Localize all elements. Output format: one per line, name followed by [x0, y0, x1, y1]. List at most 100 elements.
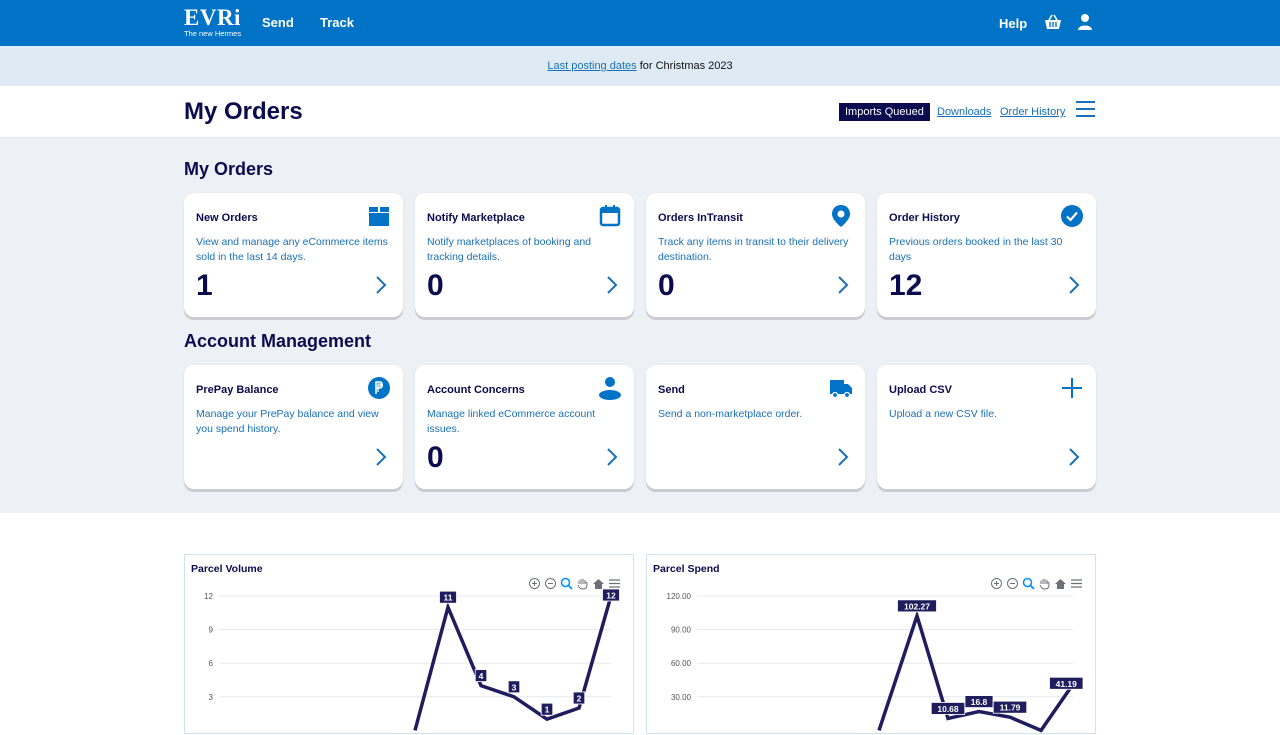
selection-zoom-icon[interactable]: [560, 577, 573, 590]
location-pin-icon: [829, 204, 853, 228]
zoom-in-icon[interactable]: [990, 577, 1003, 590]
data-label: 16.8: [971, 697, 988, 707]
banner-text: for Christmas 2023: [636, 60, 733, 72]
chevron-right-icon[interactable]: [837, 447, 849, 467]
card-account-concerns[interactable]: Account Concerns Manage linked eCommerce…: [415, 365, 634, 489]
zoom-out-icon[interactable]: [544, 577, 557, 590]
card-count: 1: [196, 269, 213, 302]
y-tick-label: 12: [204, 592, 213, 601]
chevron-right-icon[interactable]: [1068, 447, 1080, 467]
basket-icon[interactable]: [1044, 13, 1064, 33]
card-description: Manage linked eCommerce account issues.: [427, 408, 596, 435]
my-orders-heading: My Orders: [184, 159, 274, 179]
card-title: Account Concerns: [427, 384, 525, 396]
prepay-icon: [367, 376, 391, 400]
nav-help[interactable]: Help: [999, 16, 1027, 31]
menu-icon[interactable]: [1070, 577, 1083, 590]
order-history-link[interactable]: Order History: [1000, 106, 1065, 118]
box-icon: [367, 204, 391, 228]
card-count: 0: [427, 441, 444, 474]
parcel-volume-chart: Parcel Volume 3 6 9 12 11 4 3 1 2 12: [184, 554, 634, 734]
card-description: Notify marketplaces of booking and track…: [427, 236, 592, 263]
zoom-in-icon[interactable]: [528, 577, 541, 590]
check-circle-icon: [1060, 204, 1084, 228]
card-title: Notify Marketplace: [427, 212, 525, 224]
card-title: New Orders: [196, 212, 258, 224]
data-label: 4: [479, 671, 484, 681]
pan-icon[interactable]: [1038, 577, 1051, 590]
announcement-banner: Last posting dates for Christmas 2023: [0, 46, 1280, 86]
person-icon: [598, 376, 622, 400]
page-title: My Orders: [184, 98, 303, 125]
y-tick-label: 30.00: [671, 693, 692, 702]
card-description: Track any items in transit to their deli…: [658, 236, 849, 263]
dashboard-cards-section: My Orders New Orders View and manage any…: [0, 138, 1280, 513]
data-label: 1: [545, 705, 550, 715]
card-title: Send: [658, 384, 685, 396]
pan-icon[interactable]: [576, 577, 589, 590]
data-label: 2: [577, 694, 582, 704]
chevron-right-icon[interactable]: [375, 447, 387, 467]
y-tick-label: 6: [209, 659, 214, 668]
card-title: Upload CSV: [889, 384, 952, 396]
card-description: Previous orders booked in the last 30 da…: [889, 236, 1063, 263]
card-count: 12: [889, 269, 923, 302]
data-label: 10.68: [937, 704, 959, 714]
data-label: 11: [444, 593, 453, 603]
calendar-icon: [598, 204, 622, 228]
chevron-right-icon[interactable]: [837, 275, 849, 295]
page-header: My Orders Imports Queued Downloads Order…: [0, 86, 1280, 138]
card-title: PrePay Balance: [196, 384, 279, 396]
account-management-heading: Account Management: [184, 331, 372, 351]
card-new-orders[interactable]: New Orders View and manage any eCommerce…: [184, 193, 403, 317]
card-prepay-balance[interactable]: PrePay Balance Manage your PrePay balanc…: [184, 365, 403, 489]
chevron-right-icon[interactable]: [375, 275, 387, 295]
card-order-history[interactable]: Order History Previous orders booked in …: [877, 193, 1096, 317]
y-tick-label: 60.00: [671, 659, 692, 668]
data-label: 12: [606, 591, 616, 601]
data-label: 41.19: [1056, 679, 1078, 689]
last-posting-dates-link[interactable]: Last posting dates: [547, 60, 636, 72]
data-label: 3: [512, 682, 517, 692]
y-tick-label: 3: [209, 693, 214, 702]
card-title: Orders InTransit: [658, 212, 743, 224]
reset-home-icon[interactable]: [1054, 577, 1067, 590]
card-orders-intransit[interactable]: Orders InTransit Track any items in tran…: [646, 193, 865, 317]
card-description: Upload a new CSV file.: [889, 408, 997, 420]
parcel-spend-chart: Parcel Spend 30.00 60.00 90.00 120.00 102.27…: [646, 554, 1096, 734]
truck-icon: [829, 376, 853, 400]
card-notify-marketplace[interactable]: Notify Marketplace Notify marketplaces o…: [415, 193, 634, 317]
card-count: 0: [658, 269, 675, 302]
card-description: View and manage any eCommerce items sold…: [196, 236, 388, 263]
chart-toolbar: [528, 577, 621, 590]
evri-logo[interactable]: EVRi The new Hermes: [184, 6, 241, 38]
selection-zoom-icon[interactable]: [1022, 577, 1035, 590]
menu-icon[interactable]: [608, 577, 621, 590]
reset-home-icon[interactable]: [592, 577, 605, 590]
nav-send[interactable]: Send: [262, 15, 294, 30]
chevron-right-icon[interactable]: [1068, 275, 1080, 295]
zoom-out-icon[interactable]: [1006, 577, 1019, 590]
y-tick-label: 9: [209, 626, 214, 635]
y-tick-label: 120.00: [667, 592, 692, 601]
hamburger-icon[interactable]: [1076, 101, 1095, 117]
charts-section: Parcel Volume 3 6 9 12 11 4 3 1 2 12 Parcel Spend…: [0, 513, 1280, 734]
chevron-right-icon[interactable]: [606, 275, 618, 295]
series-line: [877, 610, 1075, 733]
card-description: Send a non-marketplace order.: [658, 408, 803, 420]
downloads-link[interactable]: Downloads: [937, 106, 991, 118]
card-description: Manage your PrePay balance and view you …: [196, 408, 379, 435]
top-navigation-bar: EVRi The new Hermes Send Track Help: [0, 0, 1280, 46]
y-tick-label: 90.00: [671, 626, 692, 635]
plus-icon: [1060, 376, 1084, 400]
data-label: 11.79: [1000, 703, 1021, 713]
chart-toolbar: [990, 577, 1083, 590]
card-upload-csv[interactable]: Upload CSV Upload a new CSV file.: [877, 365, 1096, 489]
imports-queued-button[interactable]: Imports Queued: [839, 103, 930, 121]
user-icon[interactable]: [1076, 13, 1096, 33]
chevron-right-icon[interactable]: [606, 447, 618, 467]
card-title: Order History: [889, 212, 960, 224]
card-send[interactable]: Send Send a non-marketplace order.: [646, 365, 865, 489]
data-label: 102.27: [904, 601, 930, 611]
nav-track[interactable]: Track: [320, 15, 354, 30]
